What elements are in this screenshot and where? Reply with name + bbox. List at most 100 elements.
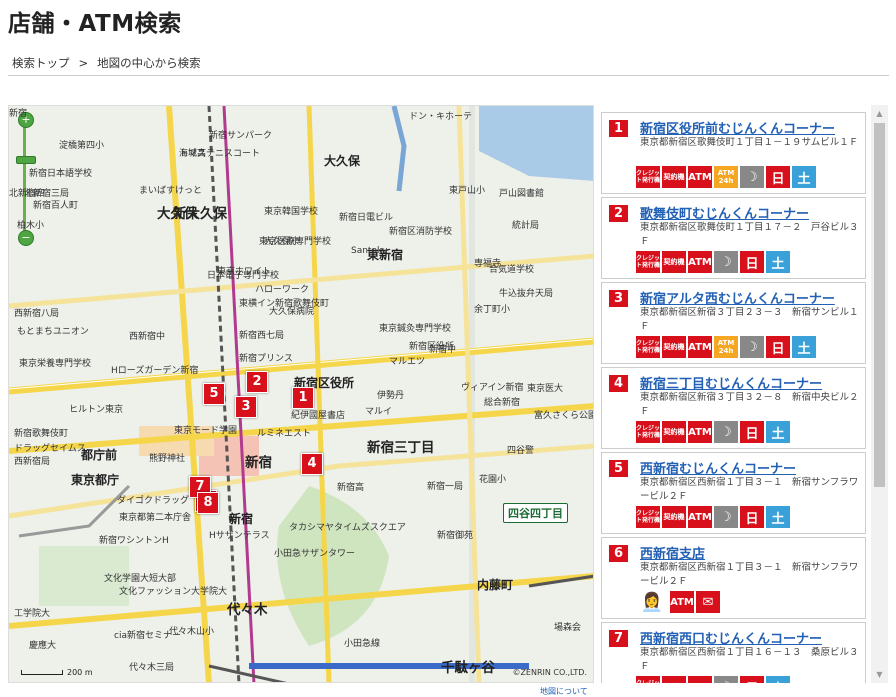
- atm-icon: ATM: [688, 676, 712, 683]
- credit-machine-icon: クレジット発行機: [636, 676, 660, 683]
- map-marker-3[interactable]: 3: [235, 396, 257, 418]
- store-number-badge: 4: [609, 375, 628, 392]
- zoom-out-button[interactable]: −: [18, 230, 34, 246]
- breadcrumb-link-search-top[interactable]: 検索トップ: [12, 56, 70, 70]
- service-icons: クレジット発行機 契約機 ATM ATM 24h ☽ 日土: [636, 166, 816, 188]
- staffed-counter-icon: 👩‍💼: [636, 591, 668, 613]
- mail-icon: ✉: [696, 591, 720, 613]
- map-label-yotsuya: 四谷四丁目: [503, 503, 568, 523]
- map-label: 新宿西七局: [239, 331, 285, 341]
- map-label: 東京鍼灸専門学校: [379, 324, 452, 334]
- service-icons: クレジット発行機契約機ATM☽日土: [636, 421, 790, 443]
- map-label: 総合新宿: [484, 398, 521, 408]
- store-name-link[interactable]: 新宿アルタ西むじんくんコーナー: [640, 288, 835, 307]
- contract-machine-icon: 契約機: [662, 336, 686, 358]
- store-number-badge: 5: [609, 460, 628, 477]
- map-label: 新宿: [9, 109, 28, 119]
- map-label: 新宿歌舞伎町: [14, 429, 69, 439]
- zoom-slider-handle[interactable]: [16, 156, 36, 164]
- map-label: 小田急線: [344, 639, 381, 649]
- sunday-open-icon: 日: [766, 336, 790, 358]
- store-name-link[interactable]: 西新宿支店: [640, 543, 705, 562]
- map-label: Santoku: [351, 246, 388, 256]
- map-marker-1[interactable]: 1: [292, 387, 314, 409]
- map-marker-5[interactable]: 5: [203, 383, 225, 405]
- map-label: 新宿高: [337, 483, 365, 493]
- atm-icon: ATM: [688, 421, 712, 443]
- map-label: 新宿ワシントンH: [99, 536, 169, 546]
- map-label: Hローズガーデン新宿: [111, 366, 199, 376]
- map-label: 大久保: [324, 154, 361, 168]
- scroll-up-icon[interactable]: ▲: [871, 105, 888, 122]
- store-list-scrollbar[interactable]: ▲ ▼: [871, 105, 888, 683]
- store-address: 東京都新宿区新宿３丁目２３－３ 新宿サンビル１Ｆ: [640, 307, 859, 332]
- map-label: 西新宿中: [129, 332, 166, 342]
- store-address: 東京都新宿区歌舞伎町１丁目１７－２ 戸谷ビル３Ｆ: [640, 222, 859, 247]
- scroll-thumb[interactable]: [874, 123, 885, 487]
- credit-machine-icon: クレジット発行機: [636, 251, 660, 273]
- map-label: 慶應大: [29, 641, 57, 651]
- map-label: Hサザンテラス: [209, 531, 270, 541]
- map-label: もとまちユニオン: [17, 327, 89, 337]
- store-name-link[interactable]: 新宿区役所前むじんくんコーナー: [640, 118, 835, 137]
- contract-machine-icon: 契約機: [662, 166, 686, 188]
- sunday-open-icon: 日: [740, 676, 764, 683]
- contract-machine-icon: 契約機: [662, 506, 686, 528]
- map-label: 新宿区消防学校: [389, 227, 453, 237]
- map-label: ハローワーク: [255, 285, 310, 295]
- store-name-link[interactable]: 西新宿むじんくんコーナー: [640, 458, 796, 477]
- map-label: 東横イン新宿歌舞伎町: [239, 299, 330, 309]
- scroll-down-icon[interactable]: ▼: [871, 666, 888, 683]
- map-label: 西新宿局: [14, 457, 51, 467]
- map-label: 新宿日電ビル: [339, 213, 394, 223]
- map-marker-8[interactable]: 8: [197, 492, 219, 514]
- contract-machine-icon: 契約機: [662, 251, 686, 273]
- map-marker-4[interactable]: 4: [301, 453, 323, 475]
- zoom-track[interactable]: [23, 124, 26, 232]
- map-label: 余丁町小: [474, 305, 511, 315]
- map-label: 新宿: [245, 455, 272, 471]
- map-label: 代々木: [227, 602, 268, 618]
- credit-machine-icon: クレジット発行機: [636, 506, 660, 528]
- map-label: ドン・キホーテ: [409, 112, 473, 122]
- store-name-link[interactable]: 西新宿西口むじんくんコーナー: [640, 628, 822, 647]
- map-label: 東京医大: [527, 384, 564, 394]
- map-label: ヴィアイン新宿: [461, 383, 524, 393]
- credit-machine-icon: クレジット発行機: [636, 421, 660, 443]
- breadcrumb-separator: >: [78, 56, 89, 70]
- atm-icon: ATM: [670, 591, 694, 613]
- saturday-open-icon: 土: [792, 166, 816, 188]
- service-icons: クレジット発行機契約機ATM☽日土: [636, 251, 790, 273]
- map-label: 東京モード学園: [174, 426, 238, 436]
- map-label: 代々木三局: [129, 663, 175, 673]
- map-label: 伊勢丹: [377, 391, 405, 401]
- saturday-open-icon: 土: [766, 676, 790, 683]
- map-label: 統計局: [512, 221, 540, 231]
- map-label: 熊野神社: [149, 454, 186, 464]
- atm-icon: ATM: [688, 251, 712, 273]
- map-label: マルエツ: [389, 357, 426, 367]
- sunday-open-icon: 日: [740, 251, 764, 273]
- map-label: 富久さくら公園: [534, 411, 594, 421]
- store-address: 東京都新宿区新宿３丁目３２－８ 新宿中央ビル２Ｆ: [640, 392, 859, 417]
- map-label: 文化学園大短大部: [104, 574, 177, 584]
- service-icons: クレジット発行機契約機ATM☽日土: [636, 506, 790, 528]
- night-service-icon: ☽: [740, 336, 764, 358]
- contract-machine-icon: 契約機: [662, 676, 686, 683]
- sunday-open-icon: 日: [740, 421, 764, 443]
- credit-machine-icon: クレジット発行機: [636, 336, 660, 358]
- store-name-link[interactable]: 新宿三丁目むじんくんコーナー: [640, 373, 822, 392]
- map-label: 新大久保: [173, 206, 227, 222]
- store-number-badge: 2: [609, 205, 628, 222]
- map-label: ヒルトン東京: [69, 405, 124, 415]
- map-label: ルミネエスト: [257, 429, 312, 439]
- store-name-link[interactable]: 歌舞伎町むじんくんコーナー: [640, 203, 809, 222]
- map-label: ダイゴクドラッグ: [117, 496, 190, 506]
- map-label: 新宿中: [429, 345, 457, 355]
- night-service-icon: ☽: [714, 251, 738, 273]
- map-marker-2[interactable]: 2: [246, 371, 268, 393]
- store-map[interactable]: + − 大久保 大久保 新大久保 東新宿 新宿区役所 新宿三丁目 新宿 都庁前 東京都庁 新宿 代々…: [8, 105, 594, 683]
- contract-machine-icon: 契約機: [662, 421, 686, 443]
- map-about-link[interactable]: 地図について: [540, 686, 588, 697]
- map-label: 新宿百人町: [33, 201, 79, 211]
